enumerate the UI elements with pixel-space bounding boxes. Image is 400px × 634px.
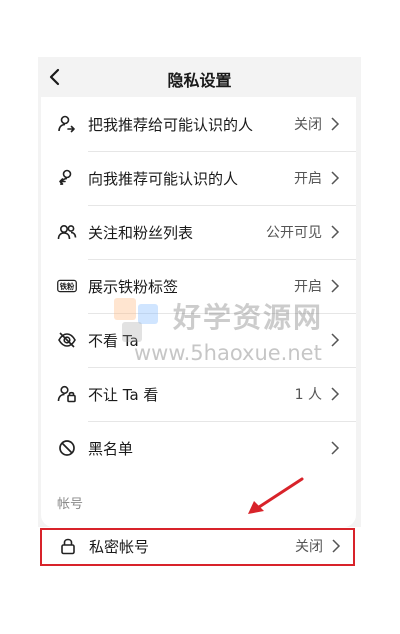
row-label: 黑名单 xyxy=(88,439,134,458)
account-card: 私密帐号 关闭 xyxy=(38,527,361,570)
row-recommend-to-me[interactable]: 向我推荐可能认识的人 开启 xyxy=(41,151,356,205)
chevron-right-icon xyxy=(331,387,340,401)
lock-icon xyxy=(58,536,78,556)
chevron-right-icon xyxy=(331,225,340,239)
row-value: 关闭 xyxy=(295,539,323,555)
people-icon xyxy=(57,222,77,242)
row-label: 向我推荐可能认识的人 xyxy=(88,169,239,188)
row-value: 开启 xyxy=(294,279,322,295)
svg-text:铁粉: 铁粉 xyxy=(60,282,75,291)
privacy-settings-screen: 隐私设置 把我推荐给可能认识的人 关闭 向我推荐可能认识的人 开启 关注和粉丝列… xyxy=(38,57,361,570)
row-recommend-me[interactable]: 把我推荐给可能认识的人 关闭 xyxy=(41,97,356,151)
chevron-right-icon xyxy=(332,539,341,553)
row-label: 私密帐号 xyxy=(89,537,150,556)
row-label: 关注和粉丝列表 xyxy=(88,223,194,242)
person-lock-icon xyxy=(57,384,77,404)
row-follow-fans-list[interactable]: 关注和粉丝列表 公开可见 xyxy=(41,205,356,259)
chevron-right-icon xyxy=(331,279,340,293)
row-blacklist[interactable]: 黑名单 xyxy=(41,421,356,475)
row-value: 1 人 xyxy=(294,387,322,403)
page-title: 隐私设置 xyxy=(167,71,232,90)
nav-bar: 隐私设置 xyxy=(38,57,361,97)
row-private-account[interactable]: 私密帐号 关闭 xyxy=(42,522,357,570)
row-label: 展示铁粉标签 xyxy=(88,277,179,296)
person-share-icon xyxy=(57,114,77,134)
row-label: 不看 Ta xyxy=(88,331,139,350)
chevron-right-icon xyxy=(331,117,340,131)
chevron-right-icon xyxy=(331,171,340,185)
row-dont-see-ta[interactable]: 不看 Ta xyxy=(41,313,356,367)
row-value: 公开可见 xyxy=(266,225,322,241)
privacy-options-card: 把我推荐给可能认识的人 关闭 向我推荐可能认识的人 开启 关注和粉丝列表 公开可… xyxy=(41,97,356,527)
section-title-account: 帐号 xyxy=(57,497,84,512)
row-value: 开启 xyxy=(294,171,322,187)
tiefen-badge-icon: 铁粉 xyxy=(57,276,77,296)
row-label: 把我推荐给可能认识的人 xyxy=(88,115,254,134)
row-label: 不让 Ta 看 xyxy=(88,385,159,404)
chevron-right-icon xyxy=(331,441,340,455)
row-tiefen-label[interactable]: 铁粉 展示铁粉标签 开启 xyxy=(41,259,356,313)
eye-off-icon xyxy=(57,330,77,350)
row-dont-let-ta-see[interactable]: 不让 Ta 看 1 人 xyxy=(41,367,356,421)
person-recommend-icon xyxy=(57,168,77,188)
row-value: 关闭 xyxy=(294,117,322,133)
chevron-right-icon xyxy=(331,333,340,347)
block-icon xyxy=(57,438,77,458)
